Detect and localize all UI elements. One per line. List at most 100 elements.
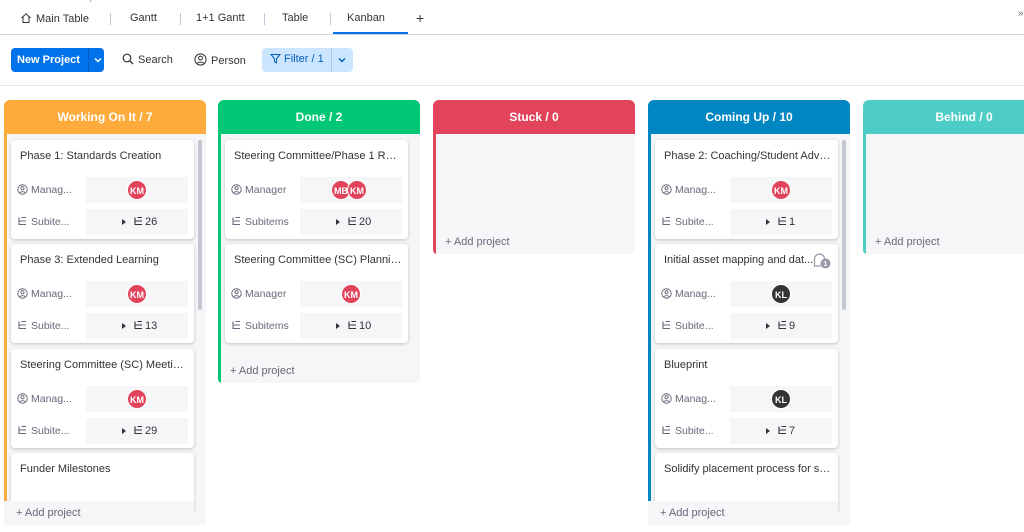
new-project-button[interactable]: New Project	[11, 48, 104, 72]
manager-cell[interactable]: KM	[730, 177, 832, 203]
avatar[interactable]: KM	[341, 284, 361, 304]
subitems-count: 7	[766, 425, 795, 437]
expand-caret-icon[interactable]	[766, 428, 770, 434]
avatar[interactable]: KM	[127, 180, 147, 200]
card-title[interactable]: Initial asset mapping and dat...	[664, 254, 814, 266]
new-project-label: New Project	[17, 54, 80, 66]
filter-button[interactable]: Filter / 1	[262, 48, 353, 72]
expand-caret-icon[interactable]	[122, 428, 126, 434]
card-title[interactable]: Phase 1: Standards Creation	[20, 150, 188, 162]
avatar[interactable]: KM	[347, 180, 367, 200]
tab-label: Kanban	[347, 12, 385, 24]
manager-label: Manag...	[17, 393, 89, 405]
expand-caret-icon[interactable]	[766, 219, 770, 225]
subitems-cell[interactable]: 26	[86, 209, 188, 235]
project-card[interactable]: Phase 2: Coaching/Student Advise... Manag…	[655, 140, 838, 239]
avatar[interactable]: KL	[771, 284, 791, 304]
subitems-cell[interactable]: 13	[86, 313, 188, 339]
card-title[interactable]: Steering Committee (SC) Planning	[234, 254, 402, 266]
subitems-cell[interactable]: 29	[86, 418, 188, 444]
manager-cell[interactable]: KL	[730, 386, 832, 412]
project-card[interactable]: Steering Committee (SC) Planning Manager K…	[225, 244, 408, 343]
avatar[interactable]: KM	[127, 389, 147, 409]
project-card[interactable]: Phase 1: Standards Creation Manag... KM Sub…	[11, 140, 194, 239]
subitems-label: Subitems	[231, 216, 303, 228]
subitems-icon	[662, 425, 670, 435]
tab-main-table[interactable]: Main Table	[20, 12, 89, 34]
tab-kanban[interactable]: Kanban	[333, 12, 408, 34]
avatar[interactable]: KM	[127, 284, 147, 304]
manager-cell[interactable]: KM	[300, 281, 402, 307]
manager-cell[interactable]: MB KM	[300, 177, 402, 203]
expand-caret-icon[interactable]	[122, 219, 126, 225]
add-project-button[interactable]: + Add project	[230, 365, 295, 377]
add-project-button[interactable]: + Add project	[648, 501, 838, 525]
project-card[interactable]: Steering Committee (SC) Meetings Manag...…	[11, 349, 194, 448]
search-icon	[122, 53, 134, 65]
subitems-icon	[662, 216, 670, 226]
subitems-cell[interactable]: 1	[730, 209, 832, 235]
add-project-button[interactable]: + Add project	[445, 236, 510, 248]
manager-label-text: Manag...	[675, 393, 716, 405]
manager-cell[interactable]: KM	[86, 177, 188, 203]
card-title[interactable]: Phase 3: Extended Learning	[20, 254, 188, 266]
card-title[interactable]: Steering Committee/Phase 1 RFP P...	[234, 150, 402, 162]
card-title[interactable]: Solidify placement process for stu...	[664, 463, 832, 475]
subitems-cell[interactable]: 20	[300, 209, 402, 235]
column-header[interactable]: Behind / 0	[863, 100, 1024, 134]
manager-cell[interactable]: KM	[86, 386, 188, 412]
project-card[interactable]: Initial asset mapping and dat... 1 Manag..…	[655, 244, 838, 343]
tab-gantt[interactable]: Gantt	[130, 12, 157, 34]
subitems-cell[interactable]: 7	[730, 418, 832, 444]
avatar[interactable]: KM	[771, 180, 791, 200]
add-project-button[interactable]: + Add project	[4, 501, 194, 525]
column-header[interactable]: Stuck / 0	[433, 100, 635, 134]
subitems-row: Subitems 10	[225, 313, 408, 339]
card-title[interactable]: Phase 2: Coaching/Student Advise...	[664, 150, 832, 162]
card-title[interactable]: Funder Milestones	[20, 463, 188, 475]
person-filter-button[interactable]: Person	[194, 53, 246, 67]
manager-label: Manag...	[17, 184, 89, 196]
subitems-count: 20	[336, 216, 371, 228]
subitems-count-value: 26	[145, 216, 158, 228]
tab-1plus1-gantt[interactable]: 1+1 Gantt	[196, 12, 245, 34]
subitems-cell[interactable]: 9	[730, 313, 832, 339]
project-card[interactable]: Blueprint Manag... KL Subite... 7	[655, 349, 838, 448]
project-card[interactable]: Steering Committee/Phase 1 RFP P... Manag…	[225, 140, 408, 239]
subitems-label: Subite...	[17, 216, 89, 228]
manager-label-text: Manager	[245, 184, 287, 196]
expand-caret-icon[interactable]	[336, 323, 340, 329]
subitems-count-value: 20	[359, 216, 372, 228]
column-scrollbar[interactable]	[198, 140, 202, 310]
column-header[interactable]: Done / 2	[218, 100, 420, 134]
expand-caret-icon[interactable]	[336, 219, 340, 225]
card-title[interactable]: Blueprint	[664, 359, 832, 371]
person-icon	[661, 288, 672, 299]
project-card[interactable]: Phase 3: Extended Learning Manag... KM Subi…	[11, 244, 194, 343]
manager-row: Manag... KM	[11, 177, 194, 203]
add-project-button[interactable]: + Add project	[875, 236, 940, 248]
column-header[interactable]: Working On It / 7	[4, 100, 206, 134]
subitems-label-text: Subite...	[31, 320, 70, 332]
subitems-icon	[662, 320, 670, 330]
column-header[interactable]: Coming Up / 10	[648, 100, 850, 134]
manager-cell[interactable]: KL	[730, 281, 832, 307]
expand-caret-icon[interactable]	[122, 323, 126, 329]
avatar[interactable]: KL	[771, 389, 791, 409]
column-body: Phase 1: Standards Creation Manag... KM Sub…	[4, 134, 206, 525]
home-icon	[21, 13, 31, 23]
manager-cell[interactable]: KM	[86, 281, 188, 307]
card-title[interactable]: Steering Committee (SC) Meetings	[20, 359, 188, 371]
add-view-button[interactable]: +	[416, 10, 424, 32]
chevron-down-icon[interactable]	[93, 55, 103, 65]
chevron-down-icon[interactable]	[337, 55, 347, 65]
add-update-icon[interactable]: 1	[812, 252, 832, 273]
expand-caret-icon[interactable]	[766, 323, 770, 329]
more-views-chevron-icon[interactable]: »	[1018, 8, 1024, 30]
tab-table[interactable]: Table	[282, 12, 308, 34]
column-scrollbar[interactable]	[842, 140, 846, 310]
subitems-row: Subite... 1	[655, 209, 838, 235]
toolbar-divider	[0, 85, 1024, 86]
search-button[interactable]: Search	[122, 53, 173, 66]
subitems-cell[interactable]: 10	[300, 313, 402, 339]
